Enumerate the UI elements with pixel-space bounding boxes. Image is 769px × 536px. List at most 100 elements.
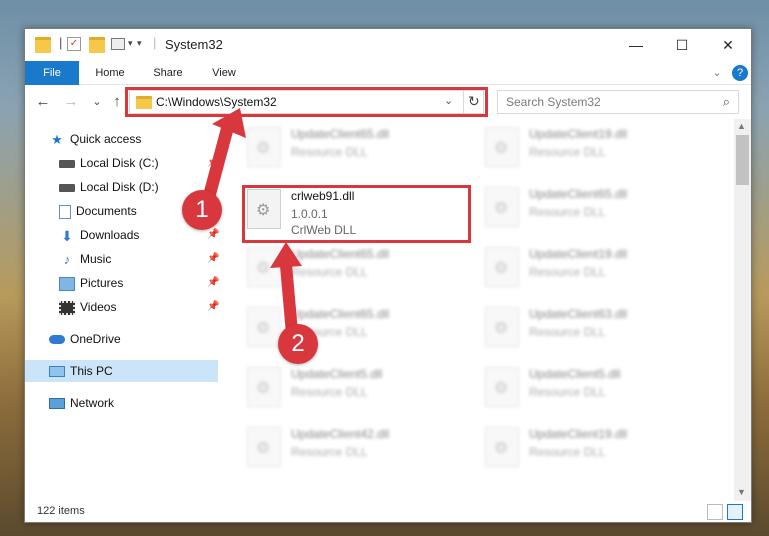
file-name: UpdateClient19.dll [529, 127, 628, 141]
file-item[interactable]: UpdateClient42.dll Resource DLL [245, 421, 473, 477]
sidebar-item-network[interactable]: Network [49, 392, 219, 414]
videos-icon [59, 300, 75, 315]
file-item[interactable]: UpdateClient65.dll Resource DLL [483, 181, 711, 237]
sidebar-item-videos[interactable]: Videos 📌 [59, 296, 219, 318]
folder-icon [35, 37, 51, 53]
computer-icon [49, 366, 65, 378]
sidebar-item-label: Downloads [80, 228, 140, 242]
step-2-badge: 2 [278, 324, 318, 364]
sidebar-item-quick-access[interactable]: ★ Quick access [49, 128, 219, 150]
drive-icon [59, 183, 75, 192]
sidebar-item-label: This PC [70, 364, 113, 378]
dll-file-icon [247, 247, 281, 287]
sidebar-item-pictures[interactable]: Pictures 📌 [59, 272, 219, 294]
help-icon[interactable]: ? [732, 65, 748, 81]
pictures-icon [59, 276, 75, 291]
file-item[interactable]: UpdateClient19.dll Resource DLL [483, 241, 711, 297]
file-name: UpdateClient19.dll [529, 247, 628, 261]
quick-access-dropdown-icon[interactable]: ▾ [128, 38, 133, 54]
sidebar-item-label: Pictures [80, 276, 124, 290]
file-desc: Resource DLL [529, 265, 606, 279]
dll-file-icon [247, 427, 281, 467]
sidebar-item-local-disk-c[interactable]: Local Disk (C:) 📌 [59, 152, 219, 174]
file-name: UpdateClient65.dll [291, 127, 390, 141]
file-item[interactable]: UpdateClient5.dll Resource DLL [483, 361, 711, 417]
dll-file-icon [247, 367, 281, 407]
address-highlight-box [125, 87, 488, 117]
file-item[interactable]: UpdateClient63.dll Resource DLL [483, 301, 711, 357]
file-name: UpdateClient63.dll [529, 307, 628, 321]
file-name: UpdateClient65.dll [291, 247, 390, 261]
dll-file-icon [485, 187, 519, 227]
new-folder-icon[interactable] [89, 37, 105, 53]
properties-icon[interactable]: ✓ [67, 37, 81, 51]
search-icon[interactable]: ⌕ [723, 94, 730, 110]
scrollbar-thumb[interactable] [736, 135, 749, 185]
sidebar-item-label: Documents [76, 204, 137, 218]
title-bar: | ✓ ▾ ▾ | System32 — ☐ ✕ [25, 29, 751, 61]
file-item[interactable]: UpdateClient5.dll Resource DLL [245, 361, 473, 417]
chevron-down-icon[interactable]: ▾ [137, 38, 142, 54]
sidebar-item-label: Local Disk (C:) [80, 156, 159, 170]
sidebar-item-label: Videos [80, 300, 117, 314]
recent-locations-button[interactable]: ⌄ [87, 92, 107, 112]
tab-view[interactable]: View [201, 61, 247, 85]
file-desc: Resource DLL [529, 325, 606, 339]
sidebar-item-label: Quick access [70, 132, 142, 146]
documents-icon [59, 204, 71, 219]
file-name: UpdateClient5.dll [291, 367, 383, 381]
search-input[interactable] [498, 91, 698, 113]
dll-file-icon [485, 307, 519, 347]
downloads-icon: ⬇ [61, 227, 73, 244]
file-name: UpdateClient5.dll [529, 367, 621, 381]
file-desc: Resource DLL [291, 145, 368, 159]
sidebar-item-onedrive[interactable]: OneDrive [49, 328, 219, 350]
file-desc: Resource DLL [291, 385, 368, 399]
ribbon-collapse-icon[interactable]: ⌄ [709, 61, 725, 85]
up-button[interactable]: ↑ [107, 92, 127, 112]
tab-home[interactable]: Home [87, 61, 133, 85]
dll-file-icon [485, 427, 519, 467]
back-button[interactable]: ← [33, 92, 53, 112]
file-item[interactable]: UpdateClient19.dll Resource DLL [483, 121, 711, 177]
scroll-down-icon[interactable]: ▼ [737, 487, 746, 497]
search-box[interactable]: ⌕ [497, 90, 739, 114]
tab-share[interactable]: Share [145, 61, 191, 85]
separator: | [59, 35, 63, 50]
dll-file-icon [485, 367, 519, 407]
ribbon-tabs: File Home Share View ⌄ ? [25, 61, 751, 85]
sidebar-item-this-pc[interactable]: This PC [25, 360, 218, 382]
file-desc: Resource DLL [291, 265, 368, 279]
pin-icon[interactable]: 📌 [207, 296, 219, 318]
music-icon: ♪ [63, 251, 71, 267]
scroll-up-icon[interactable]: ▲ [737, 121, 746, 131]
dll-file-icon [485, 247, 519, 287]
pin-icon[interactable]: 📌 [207, 152, 219, 174]
maximize-button[interactable]: ☐ [659, 29, 705, 61]
vertical-scrollbar[interactable]: ▲ ▼ [734, 119, 751, 501]
pin-icon[interactable]: 📌 [207, 272, 219, 294]
close-button[interactable]: ✕ [705, 29, 751, 61]
file-name: UpdateClient65.dll [529, 187, 628, 201]
file-item[interactable]: UpdateClient65.dll Resource DLL [245, 241, 473, 297]
step-1-badge: 1 [182, 190, 222, 230]
pin-icon[interactable]: 📌 [207, 248, 219, 270]
file-name: UpdateClient42.dll [291, 427, 390, 441]
status-bar: 122 items [25, 501, 751, 523]
file-desc: Resource DLL [529, 385, 606, 399]
large-icons-view-button[interactable] [727, 504, 743, 520]
item-count: 122 items [37, 505, 85, 517]
title-separator: | [153, 35, 157, 50]
sidebar-item-label: Network [70, 396, 115, 410]
file-desc: Resource DLL [529, 145, 606, 159]
forward-button[interactable]: → [61, 92, 81, 112]
star-icon: ★ [51, 131, 63, 147]
file-item[interactable]: UpdateClient65.dll Resource DLL [245, 121, 473, 177]
navigation-pane: ★ Quick access Local Disk (C:) 📌 Local Di… [25, 124, 220, 499]
tab-file[interactable]: File [25, 61, 79, 85]
sidebar-item-music[interactable]: ♪ Music 📌 [59, 248, 220, 270]
customize-icon[interactable] [111, 38, 125, 50]
minimize-button[interactable]: — [613, 29, 659, 61]
file-item[interactable]: UpdateClient19.dll Resource DLL [483, 421, 711, 477]
details-view-button[interactable] [707, 504, 723, 520]
